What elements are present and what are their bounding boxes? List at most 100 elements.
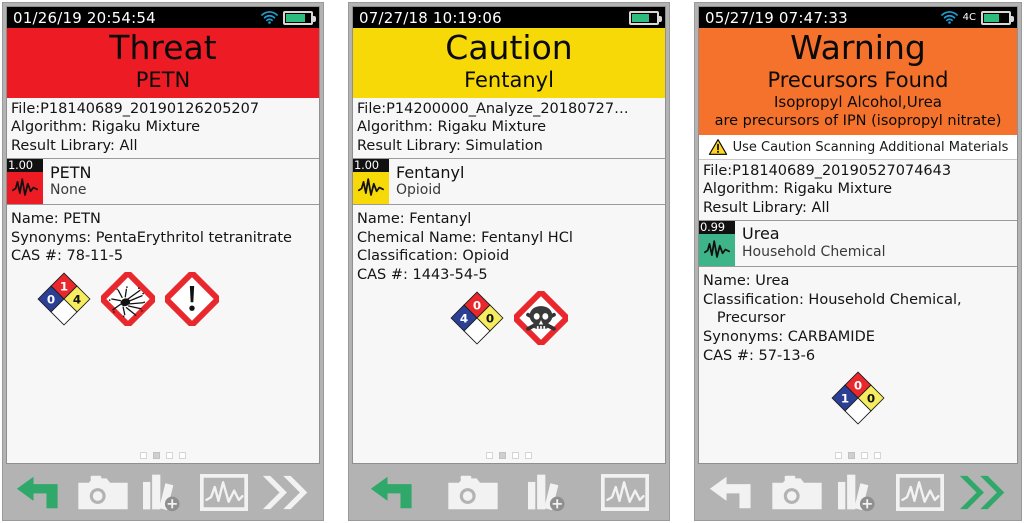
result-color-swatch: [7, 171, 43, 204]
verdict-title: Threat: [109, 28, 217, 67]
result-classification: None: [50, 182, 87, 199]
page-dot[interactable]: [861, 452, 868, 459]
detail-line: CAS #: 1443-54-5: [357, 267, 488, 284]
battery-icon: [629, 10, 662, 25]
screenshot-root: 01/26/19 20:54:54 Threat PETN File:P1814068…: [0, 0, 1024, 523]
page-indicator: [699, 452, 1017, 459]
battery-level: [984, 13, 999, 22]
verdict-title: Warning: [790, 28, 926, 67]
page-dot[interactable]: [140, 452, 147, 459]
status-indicators: [261, 10, 316, 25]
nfpa-diamond-icon: 040: [450, 291, 504, 345]
result-classification: Household Chemical: [742, 244, 886, 261]
result-info: Urea Household Chemical: [735, 221, 886, 266]
detail-line: Precursor: [703, 310, 786, 327]
warning-triangle-icon: [708, 138, 728, 156]
verdict-title: Caution: [445, 28, 573, 67]
back-arrow-button[interactable]: [708, 474, 758, 511]
verdict-subject: Precursors Found: [767, 67, 949, 92]
result-row[interactable]: 0.99 Urea Household Chemical: [699, 220, 1017, 267]
exclamation-mark-icon: [165, 272, 219, 327]
status-bar: 07/27/18 10:19:06: [353, 7, 665, 28]
library-add-button[interactable]: [836, 471, 882, 513]
spectrum-icon: [600, 473, 649, 511]
caution-strip-text: Use Caution Scanning Additional Material…: [732, 139, 1009, 155]
detail-line: Synonyms: CARBAMIDE: [703, 328, 875, 345]
spectrum-icon: [199, 473, 248, 511]
metadata-line: Algorithm: Rigaku Mixture: [11, 119, 201, 136]
device-screen: 01/26/19 20:54:54 Threat PETN File:P1814068…: [6, 6, 320, 464]
detail-panel: Name: Urea Classification: Household Chem…: [699, 266, 1017, 463]
camera-icon: [772, 474, 822, 511]
detail-line: Name: Urea: [703, 272, 790, 289]
verdict-banner: Threat PETN: [7, 28, 319, 99]
detail-line: Synonyms: PentaErythritol tetranitrate: [11, 229, 292, 246]
device-screen: 05/27/19 07:47:33 4C Warning Precursors Fou…: [698, 6, 1018, 464]
result-info: PETN None: [43, 159, 92, 204]
status-clock: 01/26/19 20:54:54: [13, 8, 156, 27]
page-dot[interactable]: [166, 452, 173, 459]
verdict-banner: Caution Fentanyl: [353, 28, 665, 99]
pictogram-row: 040: [357, 290, 661, 345]
page-dot[interactable]: [486, 452, 493, 459]
spectrum-button[interactable]: [199, 473, 248, 511]
svg-text:0: 0: [47, 292, 55, 306]
page-dot[interactable]: [835, 452, 842, 459]
detail-line: CAS #: 57-13-6: [703, 347, 816, 364]
metadata-line: File:P18140689_20190527074643: [703, 163, 952, 180]
detail-line: Classification: Opioid: [357, 248, 510, 265]
page-dot[interactable]: [499, 452, 506, 459]
metadata-line: File:P14200000_Analyze_20180727…: [357, 101, 629, 118]
back-arrow-button[interactable]: [369, 474, 419, 511]
pictogram-row: 010: [703, 371, 1013, 425]
svg-text:0: 0: [473, 298, 481, 312]
status-bar: 05/27/19 07:47:33 4C: [699, 7, 1017, 28]
nfpa-diamond-icon: 010: [831, 371, 885, 425]
svg-text:1: 1: [841, 392, 849, 406]
detail-line: Chemical Name: Fentanyl HCl: [357, 229, 573, 246]
page-dot[interactable]: [525, 452, 532, 459]
status-indicators: 4C: [940, 10, 1014, 25]
svg-text:0: 0: [486, 311, 494, 325]
match-score: 0.99: [699, 220, 735, 234]
spectrum-button[interactable]: [896, 473, 944, 511]
double-chevron-right-button[interactable]: [261, 473, 311, 512]
detail-line: Name: PETN: [11, 210, 101, 227]
result-name: Urea: [742, 224, 780, 244]
result-badge: 1.00: [353, 158, 389, 204]
device-threat-petn: 01/26/19 20:54:54 Threat PETN File:P1814068…: [2, 2, 324, 521]
page-dot[interactable]: [512, 452, 519, 459]
match-score: 1.00: [353, 158, 389, 172]
double-chevron-right-button[interactable]: [958, 473, 1008, 512]
camera-button[interactable]: [78, 474, 128, 511]
result-row[interactable]: 1.00 Fentanyl Opioid: [353, 158, 665, 205]
camera-button[interactable]: [448, 474, 498, 511]
result-name: Fentanyl: [396, 162, 465, 182]
page-dot[interactable]: [848, 452, 855, 459]
detail-line: CAS #: 78-11-5: [11, 248, 124, 265]
result-color-swatch: [699, 233, 735, 266]
battery-icon: [981, 10, 1014, 25]
page-dot[interactable]: [153, 452, 160, 459]
result-row[interactable]: 1.00 PETN None: [7, 158, 319, 205]
library-add-icon: [836, 471, 882, 513]
library-add-button[interactable]: [526, 471, 572, 513]
back-arrow-icon: [15, 474, 65, 511]
library-add-button[interactable]: [141, 471, 187, 513]
spectrum-button[interactable]: [600, 473, 649, 511]
device-warning-precursors: 05/27/19 07:47:33 4C Warning Precursors Fou…: [694, 2, 1022, 521]
status-indicators: [629, 10, 662, 25]
detail-line: Name: Fentanyl: [357, 210, 472, 227]
page-dot[interactable]: [874, 452, 881, 459]
detail-panel: Name: PETN Synonyms: PentaErythritol tetr…: [7, 204, 319, 463]
match-score: 1.00: [7, 158, 43, 172]
camera-button[interactable]: [772, 474, 822, 511]
battery-level: [286, 13, 305, 22]
detail-line: Classification: Household Chemical,: [703, 291, 962, 308]
back-arrow-icon: [369, 474, 419, 511]
page-dot[interactable]: [179, 452, 186, 459]
library-add-icon: [526, 471, 572, 513]
verdict-substances: Isopropyl Alcohol,Urea: [774, 93, 942, 112]
back-arrow-button[interactable]: [15, 474, 65, 511]
bottom-toolbar: [695, 464, 1021, 520]
